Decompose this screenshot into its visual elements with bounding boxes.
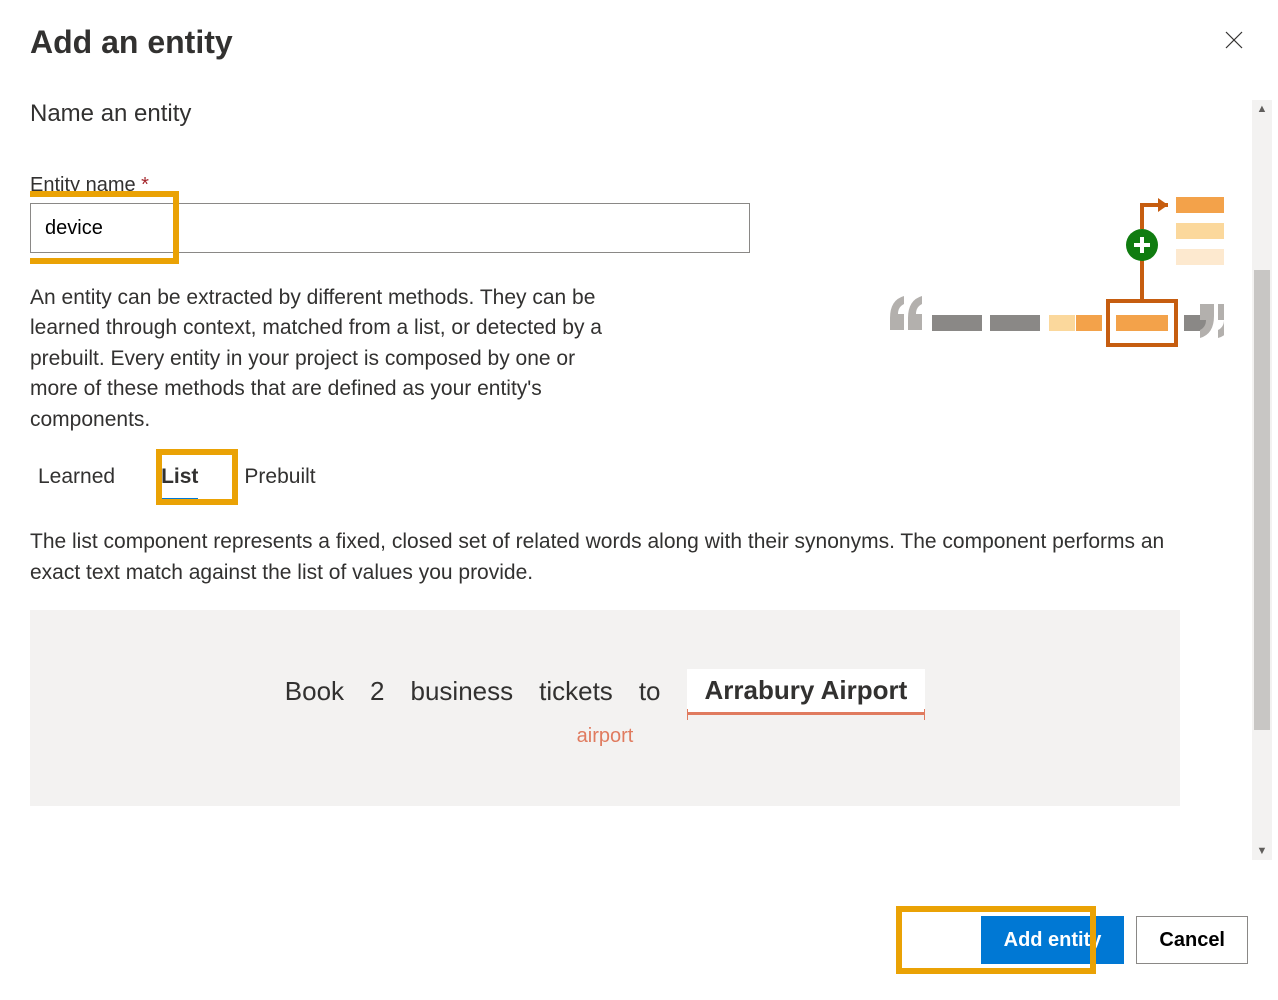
example-utterance-box: Book 2 business tickets to Arrabury Airp…: [30, 610, 1180, 806]
dialog-body: Name an entity Entity name * An entity c…: [30, 100, 1272, 860]
tab-learned[interactable]: Learned: [30, 459, 123, 499]
example-word: to: [639, 676, 661, 707]
description-row: An entity can be extracted by different …: [30, 283, 1224, 459]
entity-name-input[interactable]: [30, 203, 750, 253]
example-entity-label: airport: [577, 725, 634, 748]
example-word: Book: [285, 676, 344, 707]
tab-prebuilt[interactable]: Prebuilt: [236, 459, 323, 499]
scroll-down-icon[interactable]: ▼: [1252, 842, 1272, 860]
scroll-up-icon[interactable]: ▲: [1252, 100, 1272, 118]
entity-method-tabs: Learned List Prebuilt: [30, 459, 1224, 499]
entity-description: An entity can be extracted by different …: [30, 283, 610, 435]
dialog-add-entity: Add an entity Name an entity Entity name…: [0, 0, 1278, 1000]
example-entity: Arrabury Airport: [687, 669, 926, 715]
quote-open-icon: [890, 296, 922, 330]
cancel-button[interactable]: Cancel: [1136, 916, 1248, 964]
close-icon: [1224, 30, 1244, 50]
dialog-title: Add an entity: [30, 24, 233, 61]
add-entity-button[interactable]: Add entity: [981, 916, 1125, 964]
required-asterisk: *: [141, 174, 149, 196]
dialog-header: Add an entity: [30, 24, 1248, 61]
scrollbar-thumb[interactable]: [1254, 270, 1270, 730]
example-word: tickets: [539, 676, 613, 707]
tab-list[interactable]: List: [153, 459, 206, 499]
entity-illustration: [874, 193, 1224, 363]
scroll-region: Name an entity Entity name * An entity c…: [30, 100, 1272, 860]
dialog-footer: Add entity Cancel: [30, 916, 1248, 964]
section-title: Name an entity: [30, 100, 1224, 128]
example-word: 2: [370, 676, 384, 707]
example-entity-text: Arrabury Airport: [705, 675, 908, 706]
example-utterance: Book 2 business tickets to Arrabury Airp…: [285, 669, 925, 715]
list-tab-description: The list component represents a fixed, c…: [30, 527, 1170, 588]
scrollbar[interactable]: ▲ ▼: [1252, 100, 1272, 860]
close-button[interactable]: [1220, 26, 1248, 59]
plus-circle-icon: [1126, 229, 1158, 261]
example-word: business: [411, 676, 514, 707]
